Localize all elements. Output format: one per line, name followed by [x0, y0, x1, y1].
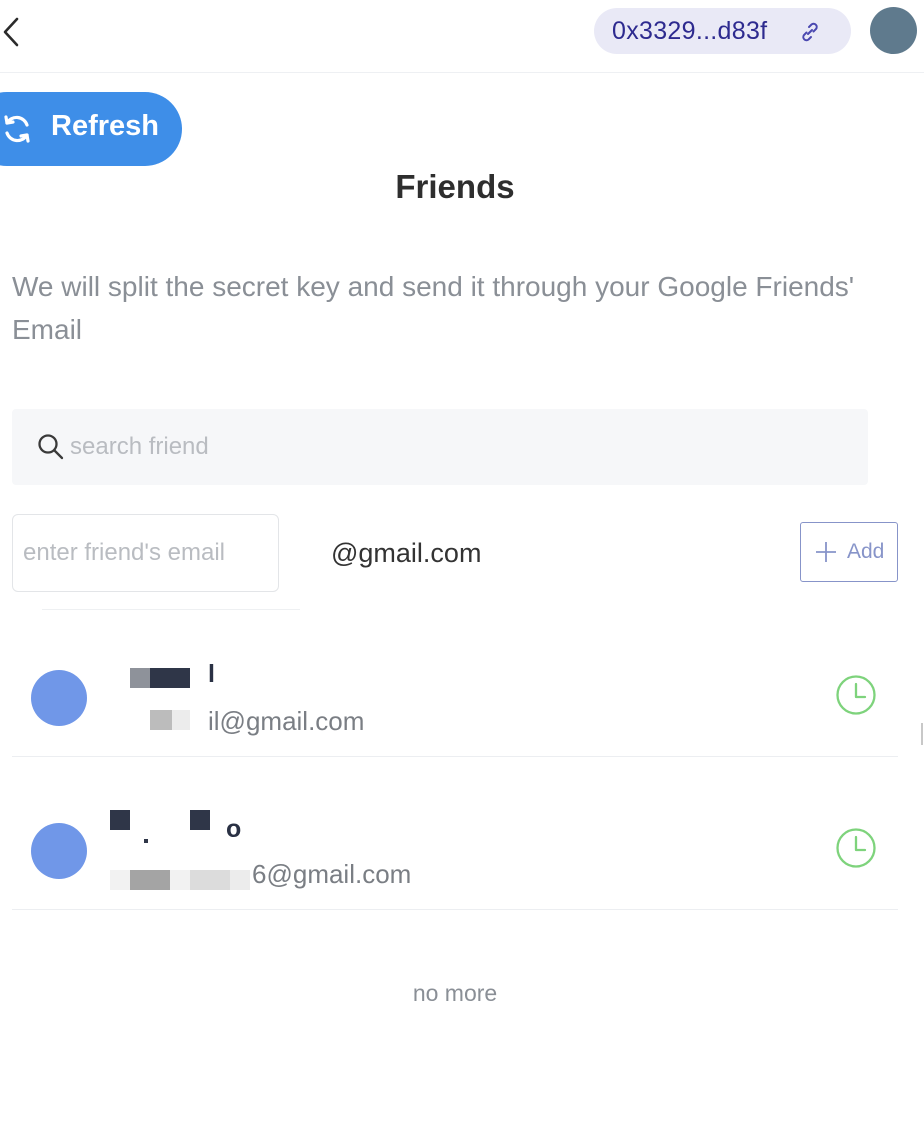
redacted-mask [150, 668, 190, 688]
top-bar: 0x3329...d83f [0, 0, 924, 73]
page-description: We will split the secret key and send it… [12, 271, 855, 345]
friend-list-item[interactable]: l il@gmail.com [12, 604, 898, 757]
page-title: Friends [395, 168, 515, 205]
list-end-label: no more [412, 980, 498, 1006]
scroll-edge-marker [921, 723, 923, 745]
redacted-mask [144, 839, 148, 843]
redacted-mask [172, 710, 190, 730]
refresh-label: Refresh [51, 110, 159, 142]
redacted-mask [150, 710, 172, 730]
link-icon[interactable] [798, 20, 822, 44]
redacted-mask [190, 870, 230, 890]
redacted-mask [130, 870, 170, 890]
search-bar [12, 409, 868, 485]
redacted-mask [110, 810, 130, 830]
plus-icon [816, 542, 836, 562]
refresh-button[interactable]: Refresh [0, 92, 182, 166]
friend-avatar [31, 670, 87, 726]
friend-name: o [226, 815, 242, 843]
friend-list-item[interactable]: o 6@gmail.com [12, 757, 898, 910]
friend-avatar [31, 823, 87, 879]
search-icon [38, 434, 64, 460]
redacted-mask [170, 870, 190, 890]
chevron-left-icon [3, 17, 19, 47]
friend-email: 6@gmail.com [252, 859, 412, 889]
email-domain-suffix: @gmail.com [331, 538, 482, 568]
user-avatar[interactable] [870, 7, 917, 54]
friend-name: l [208, 660, 215, 688]
redacted-mask [190, 810, 210, 830]
wallet-address: 0x3329...d83f [612, 17, 768, 45]
redacted-mask [110, 870, 130, 890]
add-label: Add [847, 540, 885, 563]
refresh-icon [4, 115, 30, 143]
friend-email: il@gmail.com [208, 706, 365, 736]
friend-email-input[interactable] [12, 514, 279, 592]
search-input[interactable] [70, 424, 830, 470]
redacted-mask [130, 668, 150, 688]
add-friend-button[interactable]: Add [800, 522, 898, 582]
back-button[interactable] [0, 14, 30, 50]
clock-icon [836, 675, 876, 715]
redacted-mask [230, 870, 250, 890]
clock-icon [836, 828, 876, 868]
